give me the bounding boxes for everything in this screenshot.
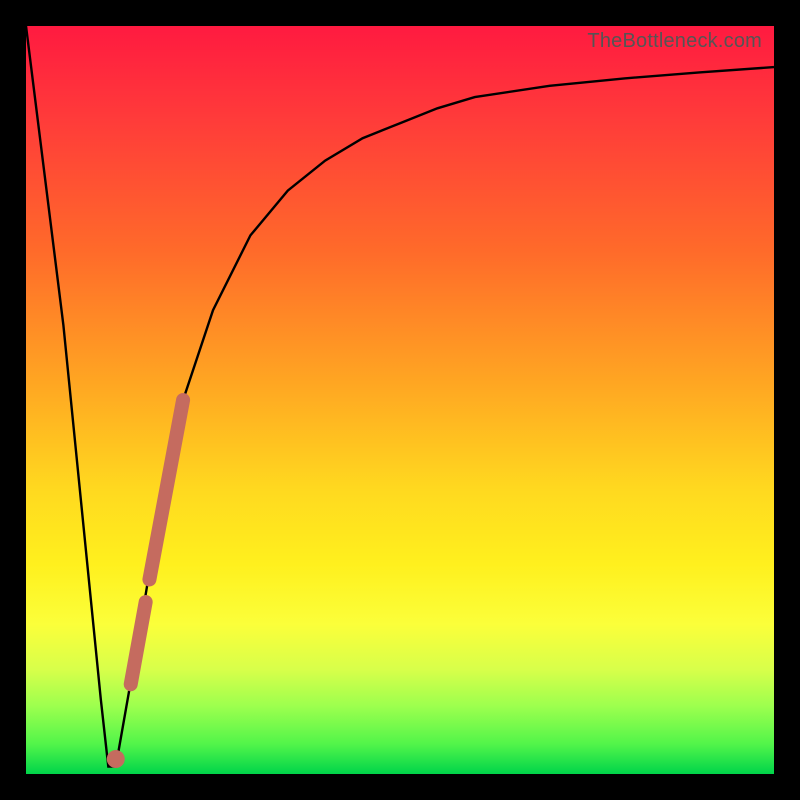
curve-overlay xyxy=(26,26,774,774)
chart-frame: TheBottleneck.com xyxy=(0,0,800,800)
highlight-point-0 xyxy=(107,750,125,768)
highlight-segment-1 xyxy=(149,400,183,580)
plot-area: TheBottleneck.com xyxy=(26,26,774,774)
highlight-segment-0 xyxy=(131,602,146,684)
